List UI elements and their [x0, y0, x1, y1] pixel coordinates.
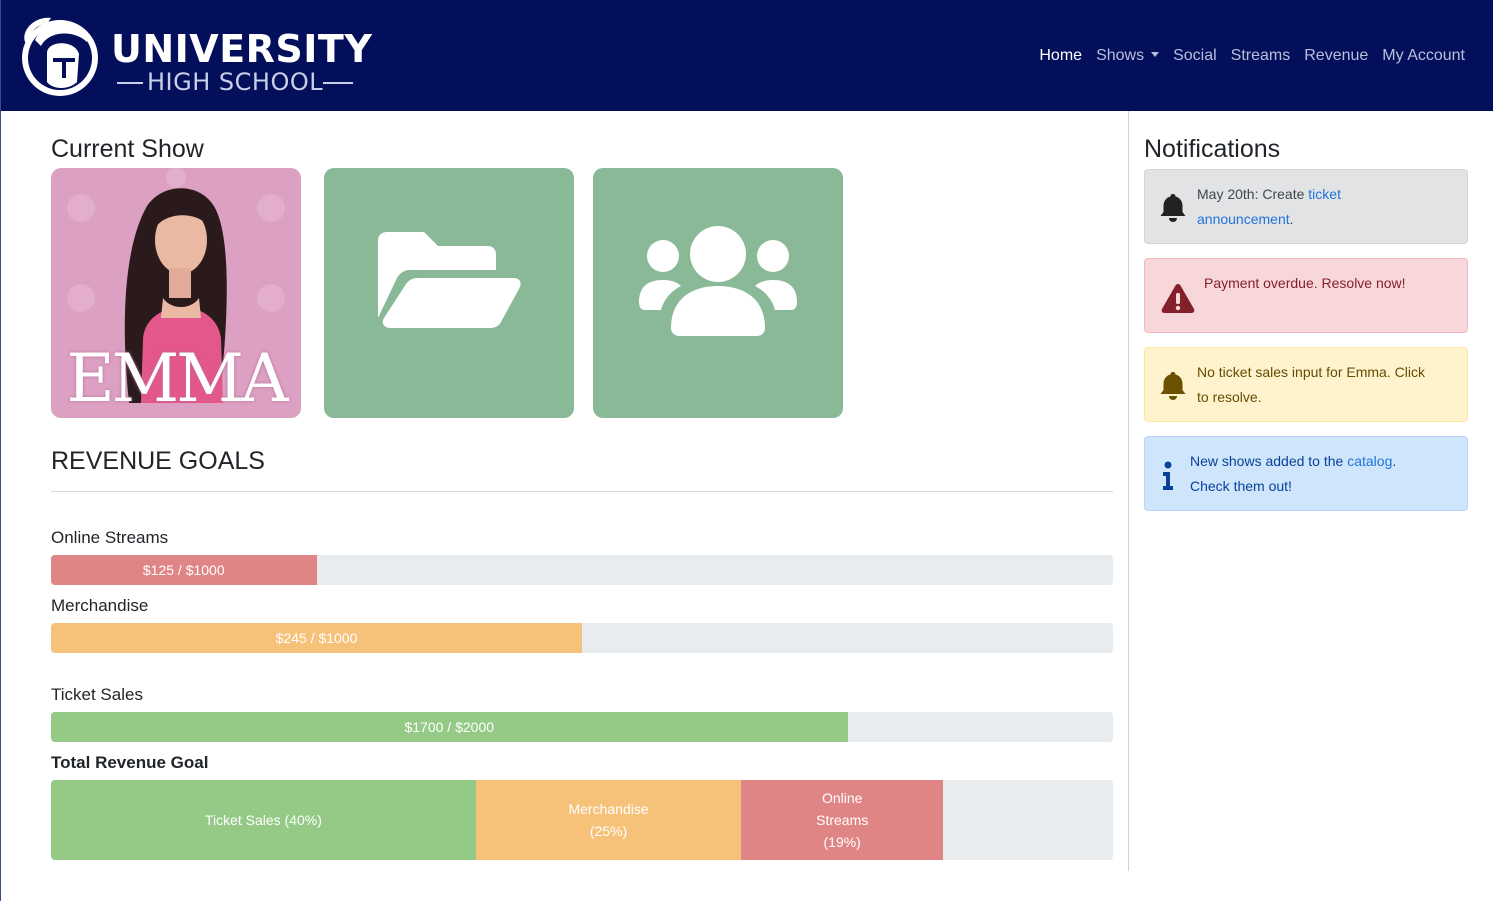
users-icon	[639, 226, 797, 336]
notification-line-1: No ticket sales input for Emma. Click	[1197, 364, 1425, 380]
show-files-tile[interactable]	[324, 168, 574, 418]
poster-title: EMMA	[66, 340, 289, 417]
online-streams-bar: $125 / $1000	[51, 555, 317, 585]
revenue-goals-heading: REVENUE GOALS	[51, 447, 265, 475]
total-online-percent: (19%)	[823, 834, 861, 850]
nav-shows-dropdown[interactable]: Shows	[1089, 46, 1166, 66]
notification-payment-overdue[interactable]: Payment overdue. Resolve now!	[1144, 258, 1468, 333]
total-ticket-sales-segment: Ticket Sales (40%)	[51, 780, 476, 860]
sidebar-divider	[1128, 111, 1129, 871]
total-merchandise-segment: Merchandise (25%)	[475, 780, 742, 860]
new-shows-notification-text: New shows added to the catalog. Check th…	[1190, 449, 1396, 499]
notification-text-part: .	[1392, 453, 1397, 469]
online-streams-label: Online Streams	[51, 528, 169, 547]
notification-line-2: Check them out!	[1190, 478, 1292, 494]
payment-overdue-text: Payment overdue. Resolve now!	[1204, 275, 1406, 291]
nav-my-account[interactable]: My Account	[1375, 46, 1472, 66]
ticket-link[interactable]: ticket	[1308, 186, 1341, 202]
merchandise-label: Merchandise	[51, 596, 149, 615]
warning-icon	[1161, 284, 1195, 313]
main-nav: Home Shows Social Streams Revenue My Acc…	[1032, 46, 1472, 66]
nav-streams[interactable]: Streams	[1224, 46, 1298, 66]
total-online-text-2: Streams	[816, 812, 869, 828]
total-ticket-sales-text: Ticket Sales (40%)	[204, 812, 322, 828]
nav-social[interactable]: Social	[1166, 46, 1224, 66]
total-revenue-label: Total Revenue Goal	[51, 753, 209, 772]
info-icon	[1163, 461, 1173, 490]
top-navbar: UNIVERSITY HIGH SCHOOL Home Shows Social…	[0, 0, 1493, 111]
announcement-link[interactable]: announcement	[1197, 211, 1290, 227]
merchandise-bar: $245 / $1000	[51, 623, 582, 653]
school-logo[interactable]: UNIVERSITY HIGH SCHOOL	[17, 12, 377, 100]
bell-icon	[1160, 372, 1186, 400]
cast-members-tile[interactable]	[593, 168, 843, 418]
ticket-sales-label: Ticket Sales	[51, 685, 143, 704]
notifications-heading: Notifications	[1144, 135, 1281, 163]
brand-subtitle: HIGH SCHOOL	[147, 68, 324, 96]
online-streams-progress[interactable]: $125 / $1000	[51, 555, 1113, 585]
ticket-sales-notification-text: No ticket sales input for Emma. Click to…	[1197, 360, 1425, 410]
total-revenue-progress[interactable]: Ticket Sales (40%) Merchandise (25%) Onl…	[51, 780, 1113, 860]
notification-text-part: .	[1289, 211, 1294, 227]
total-online-streams-segment: Online Streams (19%)	[741, 780, 944, 860]
brand-title: UNIVERSITY	[111, 27, 373, 71]
ticket-sales-progress[interactable]: $1700 / $2000	[51, 712, 1113, 742]
caret-down-icon	[1151, 52, 1160, 57]
notification-ticket-sales[interactable]: No ticket sales input for Emma. Click to…	[1144, 347, 1468, 422]
revenue-divider	[51, 491, 1113, 492]
merchandise-progress[interactable]: $245 / $1000	[51, 623, 1113, 653]
catalog-link[interactable]: catalog	[1347, 453, 1392, 469]
notification-line-2: to resolve.	[1197, 389, 1262, 405]
notification-text-part: New shows added to the	[1190, 453, 1348, 469]
nav-revenue[interactable]: Revenue	[1297, 46, 1375, 66]
current-show-poster[interactable]: EMMA	[51, 168, 301, 418]
total-merchandise-percent: (25%)	[589, 823, 628, 839]
trojan-helmet-icon	[22, 17, 98, 96]
notification-text-part: May 20th: Create	[1197, 186, 1309, 202]
notification-new-shows[interactable]: New shows added to the catalog. Check th…	[1144, 436, 1468, 511]
nav-shows-label: Shows	[1096, 47, 1145, 64]
nav-home[interactable]: Home	[1032, 46, 1089, 66]
ticket-sales-bar: $1700 / $2000	[51, 712, 848, 742]
folder-open-icon	[378, 232, 521, 328]
notification-text: May 20th: Create ticket announcement.	[1197, 182, 1341, 232]
notification-ticket-announcement[interactable]: May 20th: Create ticket announcement.	[1144, 169, 1468, 244]
current-show-heading: Current Show	[51, 135, 204, 163]
brand-line-left	[117, 82, 143, 84]
brand-line-right	[323, 82, 353, 84]
total-online-text-1: Online	[821, 790, 863, 806]
bell-icon	[1160, 194, 1186, 222]
total-merchandise-text: Merchandise	[568, 801, 649, 817]
